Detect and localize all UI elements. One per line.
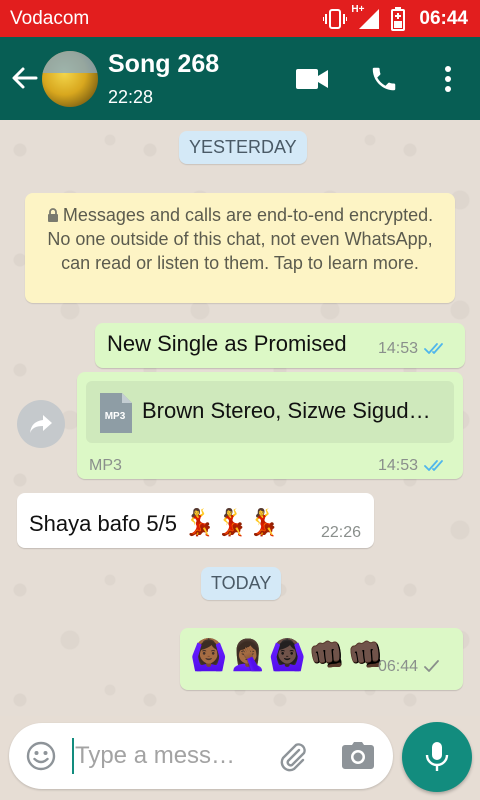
- chat-area[interactable]: YESTERDAY Messages and calls are end-to-…: [0, 120, 480, 716]
- file-name: Brown Stereo, Sizwe Sigud…: [142, 398, 431, 423]
- status-icons: H+ 06:44: [323, 4, 468, 31]
- video-call-icon: [296, 69, 328, 89]
- camera-button[interactable]: [341, 740, 375, 772]
- message-meta: 06:44: [378, 658, 440, 676]
- message-composer: [9, 723, 393, 789]
- message-time: 14:53: [378, 340, 419, 357]
- contact-last-seen: 22:28: [108, 87, 154, 107]
- message-meta: 14:53: [378, 340, 450, 358]
- network-type: H+: [351, 3, 365, 15]
- back-button[interactable]: [10, 61, 38, 95]
- phone-icon: [372, 67, 396, 91]
- message-emoji: 💃💃💃: [183, 507, 281, 537]
- message-bubble[interactable]: New Single as Promised 14:53: [95, 323, 465, 368]
- more-vert-icon: [445, 66, 451, 92]
- message-meta: 14:53: [378, 457, 450, 475]
- document-message[interactable]: MP3 Brown Stereo, Sizwe Sigud… MP3 14:53: [77, 372, 463, 479]
- message-text: Shaya bafo 5/5 💃💃💃: [29, 507, 280, 538]
- document-preview[interactable]: MP3 Brown Stereo, Sizwe Sigud…: [86, 381, 454, 443]
- more-options-button[interactable]: [428, 59, 468, 99]
- camera-icon: [342, 742, 374, 769]
- message-time: 14:53: [378, 457, 419, 474]
- video-call-button[interactable]: [292, 59, 332, 99]
- double-tick-icon: [424, 460, 443, 471]
- voice-message-button[interactable]: [402, 722, 472, 792]
- encryption-notice-text: Messages and calls are end-to-end encryp…: [47, 205, 434, 273]
- clock: 06:44: [419, 7, 468, 29]
- message-time: 06:44: [378, 658, 419, 675]
- file-type: MP3: [89, 457, 122, 474]
- message-emoji: 🙆🏾‍♀️🤦🏾‍♀️🙆🏿‍♀️👊🏿👊🏿: [190, 639, 387, 672]
- avatar[interactable]: [42, 51, 98, 107]
- date-divider-today: TODAY: [201, 567, 282, 600]
- message-text-content: Shaya bafo 5/5: [29, 511, 178, 536]
- message-input[interactable]: [75, 736, 271, 776]
- message-bubble[interactable]: 🙆🏾‍♀️🤦🏾‍♀️🙆🏿‍♀️👊🏿👊🏿 06:44: [180, 628, 463, 690]
- message-text: New Single as Promised: [107, 331, 347, 356]
- back-arrow-icon: [12, 67, 38, 89]
- attach-icon: [280, 743, 306, 772]
- emoji-icon: [26, 741, 56, 771]
- voice-call-button[interactable]: [364, 59, 404, 99]
- message-bubble[interactable]: Shaya bafo 5/5 💃💃💃 22:26: [17, 493, 374, 548]
- carrier-label: Vodacom: [10, 7, 90, 29]
- lock-icon: [47, 208, 58, 222]
- signal-icon: H+: [351, 4, 381, 30]
- double-tick-icon: [424, 343, 443, 354]
- battery-icon: [391, 6, 406, 31]
- attach-button[interactable]: [277, 740, 309, 772]
- status-bar: Vodacom H+ 06:44: [0, 0, 480, 37]
- document-icon: MP3: [100, 393, 132, 433]
- forward-icon: [30, 415, 52, 433]
- encryption-notice[interactable]: Messages and calls are end-to-end encryp…: [25, 193, 455, 303]
- mic-icon: [425, 742, 449, 771]
- contact-name[interactable]: Song 268: [108, 50, 219, 79]
- vibrate-icon: [323, 8, 348, 29]
- text-cursor: [72, 738, 74, 774]
- forward-button[interactable]: [17, 400, 65, 448]
- emoji-button[interactable]: [25, 740, 57, 772]
- file-badge: MP3: [105, 411, 126, 422]
- single-tick-icon: [424, 660, 439, 672]
- message-time: 22:26: [321, 524, 362, 541]
- chat-header: Song 268 22:28: [0, 37, 480, 120]
- message-meta: 22:26: [321, 524, 361, 542]
- date-divider-yesterday: YESTERDAY: [179, 131, 307, 164]
